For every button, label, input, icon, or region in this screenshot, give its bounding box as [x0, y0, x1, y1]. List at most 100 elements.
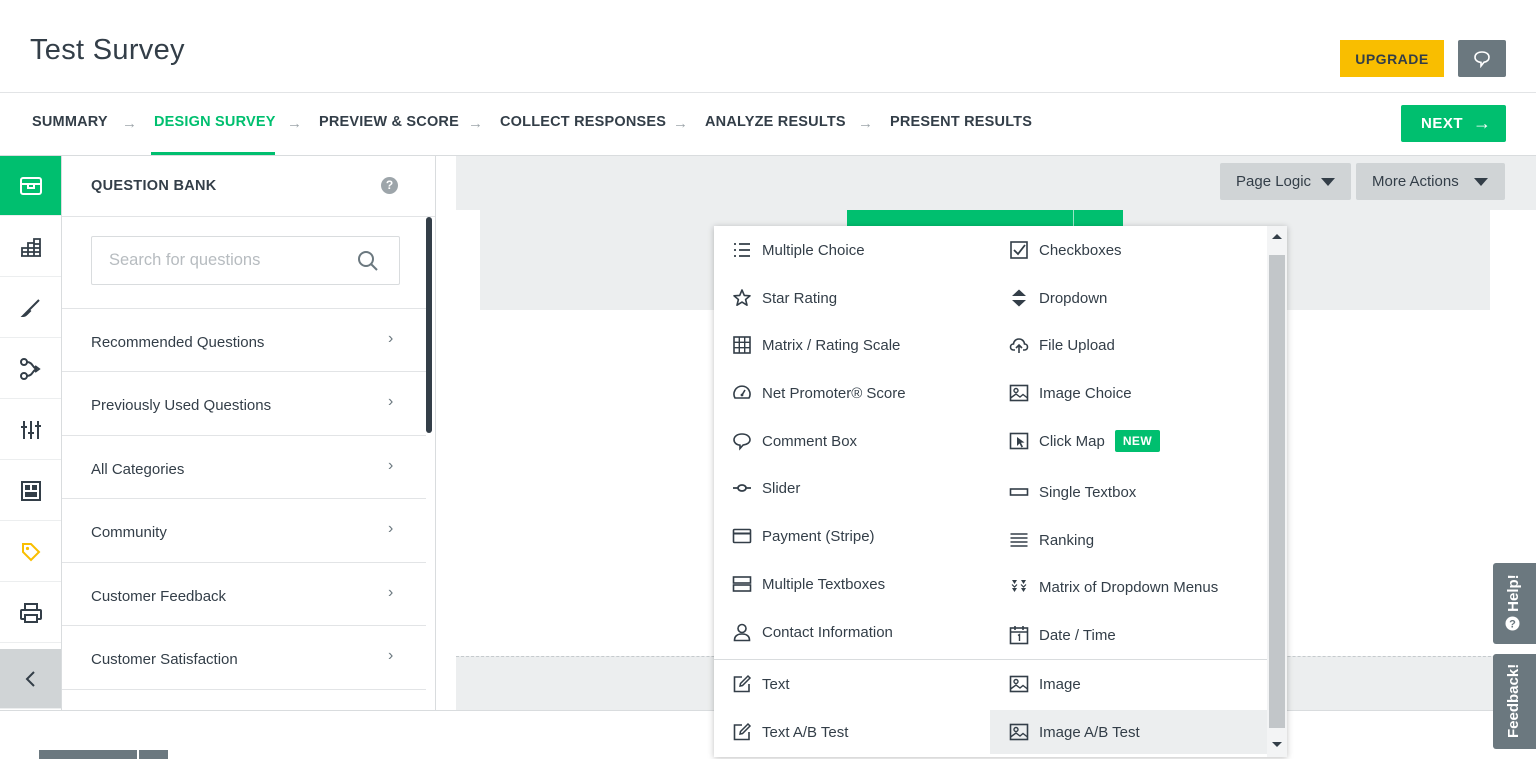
menu-item-label: Contact Information — [762, 623, 893, 641]
nav-design-survey[interactable]: DESIGN SURVEY — [154, 114, 276, 130]
comment-button[interactable] — [1458, 40, 1506, 77]
category-recommended-questions[interactable]: Recommended Questions › — [62, 308, 426, 371]
menu-item-multiple-choice[interactable]: Multiple Choice — [732, 228, 865, 272]
chevron-right-icon: › — [388, 457, 394, 474]
question-search-input[interactable] — [91, 236, 400, 285]
divider — [62, 216, 435, 217]
footer-button-dropdown[interactable] — [139, 750, 168, 759]
menu-item-label: Click Map — [1039, 432, 1105, 450]
help-tab-label: ? Help! — [1505, 574, 1522, 631]
builder-tab[interactable] — [0, 156, 61, 216]
more-actions-button[interactable]: More Actions — [1356, 163, 1505, 200]
menu-item-label: Image A/B Test — [1039, 723, 1140, 741]
menu-item-image-choice[interactable]: Image Choice — [1009, 371, 1132, 415]
menu-item-click-map[interactable]: Click Map NEW — [1009, 419, 1161, 463]
menu-item-matrix-of-dropdown-menus[interactable]: Matrix of Dropdown Menus — [1009, 565, 1218, 609]
page-logic-button[interactable]: Page Logic — [1220, 163, 1351, 200]
slider-icon — [732, 478, 752, 498]
scroll-down-icon[interactable] — [1272, 742, 1282, 747]
person-icon — [732, 622, 752, 642]
menu-item-image[interactable]: Image — [1009, 662, 1081, 706]
feedback-tab[interactable]: Feedback! — [1493, 654, 1536, 749]
logic-tab[interactable] — [0, 339, 61, 399]
arrow-right-icon: → — [858, 115, 873, 132]
footer-button[interactable] — [39, 750, 137, 759]
menu-item-image-ab-test[interactable]: Image A/B Test — [990, 710, 1267, 754]
next-button[interactable]: NEXT → — [1401, 105, 1506, 142]
design-tab[interactable] — [0, 278, 61, 338]
menu-item-matrix-rating-scale[interactable]: Matrix / Rating Scale — [732, 323, 900, 367]
menu-item-net-promoter-score[interactable]: Net Promoter® Score — [732, 371, 906, 415]
menu-item-text-ab-test[interactable]: Text A/B Test — [732, 710, 848, 754]
menu-item-star-rating[interactable]: Star Rating — [732, 276, 837, 320]
svg-text:?: ? — [1509, 619, 1516, 631]
scroll-up-icon[interactable] — [1272, 234, 1282, 239]
question-bank-scrollbar[interactable] — [426, 217, 432, 433]
menu-item-date-time[interactable]: Date / Time — [1009, 613, 1116, 657]
menu-item-label: Dropdown — [1039, 289, 1108, 307]
menu-item-label: Image — [1039, 675, 1081, 693]
menu-item-label: Net Promoter® Score — [762, 384, 906, 402]
click-map-icon — [1009, 431, 1029, 451]
builder-icon — [19, 176, 42, 195]
help-icon: ? — [1505, 616, 1520, 631]
arrow-right-icon: → — [287, 115, 302, 132]
new-badge: NEW — [1114, 430, 1161, 452]
image-icon — [1009, 674, 1029, 694]
category-previously-used-questions[interactable]: Previously Used Questions › — [62, 371, 426, 434]
survey-title: Test Survey — [30, 34, 185, 66]
menu-item-label: File Upload — [1039, 336, 1115, 354]
arrow-right-icon: → — [1473, 113, 1492, 133]
checkbox-icon — [1009, 240, 1029, 260]
category-customer-feedback[interactable]: Customer Feedback › — [62, 562, 426, 625]
feedback-tab-label: Feedback! — [1505, 663, 1522, 738]
layout-icon — [20, 480, 41, 501]
menu-item-ranking[interactable]: Ranking — [1009, 518, 1094, 562]
matrix-dropdown-icon — [1009, 577, 1029, 597]
chevron-right-icon: › — [388, 584, 394, 601]
upgrade-button[interactable]: UPGRADE — [1340, 40, 1444, 77]
collapse-sidebar-button[interactable] — [0, 649, 61, 709]
menu-item-contact-information[interactable]: Contact Information — [732, 610, 893, 654]
caret-down-icon — [1474, 178, 1488, 186]
nav-present-results[interactable]: PRESENT RESULTS — [890, 114, 1032, 130]
menu-item-label: Matrix / Rating Scale — [762, 336, 901, 354]
tags-tab[interactable] — [0, 522, 61, 582]
nav-summary[interactable]: SUMMARY — [32, 114, 108, 130]
themes-tab[interactable] — [0, 217, 61, 277]
category-community[interactable]: Community › — [62, 498, 426, 561]
menu-item-label: Image Choice — [1039, 384, 1132, 402]
help-tab[interactable]: ? Help! — [1493, 563, 1536, 644]
chevron-right-icon: › — [388, 330, 394, 347]
nav-preview-score[interactable]: PREVIEW & SCORE — [319, 114, 459, 130]
layout-tab[interactable] — [0, 461, 61, 521]
menu-item-multiple-textboxes[interactable]: Multiple Textboxes — [732, 562, 885, 606]
menu-item-dropdown[interactable]: Dropdown — [1009, 276, 1107, 320]
menu-item-single-textbox[interactable]: Single Textbox — [1009, 470, 1136, 514]
category-all-categories[interactable]: All Categories › — [62, 435, 426, 498]
menu-item-payment-stripe[interactable]: Payment (Stripe) — [732, 514, 875, 558]
print-tab[interactable] — [0, 583, 61, 643]
arrow-right-icon: → — [468, 115, 483, 132]
category-label: Recommended Questions — [91, 334, 265, 351]
menu-item-label: Multiple Textboxes — [762, 575, 886, 593]
help-text: Help! — [1505, 574, 1522, 612]
menu-item-text[interactable]: Text — [732, 662, 790, 706]
chevron-left-icon — [25, 670, 35, 687]
menu-item-checkboxes[interactable]: Checkboxes — [1009, 228, 1122, 272]
ranking-icon — [1009, 530, 1029, 550]
category-customer-satisfaction[interactable]: Customer Satisfaction › — [62, 625, 426, 688]
search-icon[interactable] — [357, 250, 379, 272]
nav-analyze-results[interactable]: ANALYZE RESULTS — [705, 114, 846, 130]
menu-item-slider[interactable]: Slider — [732, 466, 800, 510]
menu-scrollbar-thumb[interactable] — [1269, 255, 1285, 728]
menu-item-file-upload[interactable]: File Upload — [1009, 323, 1115, 367]
menu-item-label: Multiple Choice — [762, 241, 865, 259]
comment-icon — [732, 431, 752, 451]
options-tab[interactable] — [0, 400, 61, 460]
category-label: Previously Used Questions — [91, 397, 272, 414]
help-icon[interactable]: ? — [381, 177, 398, 194]
menu-item-comment-box[interactable]: Comment Box — [732, 419, 857, 463]
nav-collect-responses[interactable]: COLLECT RESPONSES — [500, 114, 666, 130]
page-logic-label: Page Logic — [1236, 173, 1312, 190]
